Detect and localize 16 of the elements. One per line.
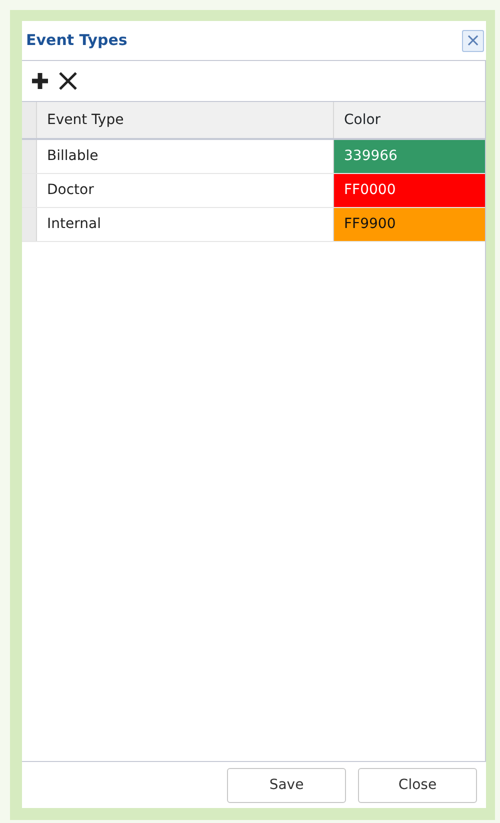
delete-button[interactable] [58, 71, 78, 91]
column-header[interactable]: Color [334, 102, 485, 138]
color-cell: 339966 [334, 140, 485, 173]
add-button[interactable] [30, 71, 50, 91]
add-icon [30, 71, 50, 91]
dialog-button[interactable]: Save [227, 768, 346, 802]
close-button[interactable]: × [462, 30, 484, 52]
window-title: Event Types [26, 30, 128, 52]
row-header[interactable] [22, 208, 37, 241]
color-cell: FF9900 [334, 208, 485, 241]
delete-icon [58, 71, 78, 91]
row-header[interactable] [22, 174, 37, 207]
color-cell: FF0000 [334, 174, 485, 207]
row-header[interactable] [22, 140, 37, 173]
column-header[interactable]: Event Type [37, 102, 334, 138]
dialog-button[interactable]: Close [358, 768, 477, 802]
